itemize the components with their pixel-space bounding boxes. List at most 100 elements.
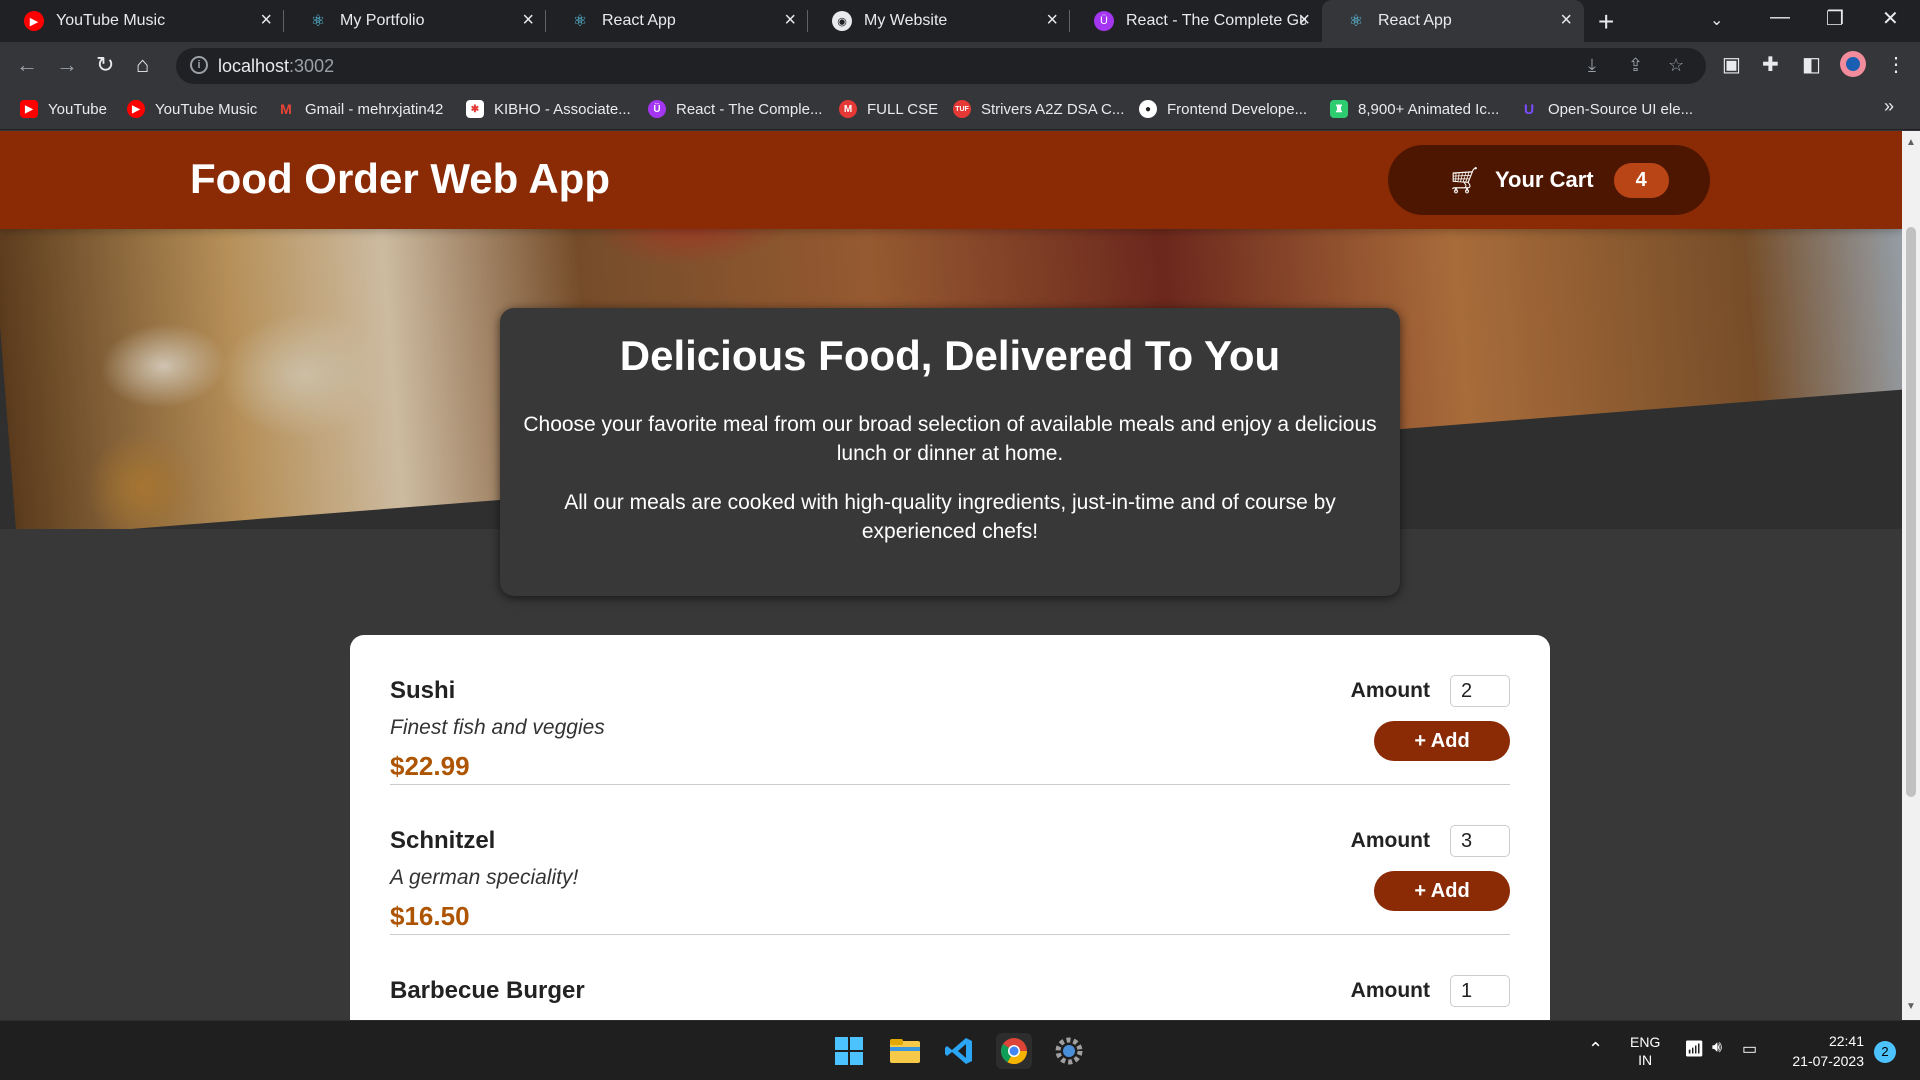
cart-label: Your Cart xyxy=(1495,167,1594,192)
extensions-icon[interactable]: ✚ xyxy=(1762,52,1779,77)
bookmark-animated-icons[interactable]: ♜ 8,900+ Animated Ic... xyxy=(1330,100,1499,118)
wifi-icon[interactable]: 📶︎ xyxy=(1684,1039,1704,1059)
gmail-icon: M xyxy=(280,101,292,117)
home-icon[interactable]: ⌂ xyxy=(136,52,149,78)
close-icon[interactable]: × xyxy=(784,10,796,30)
meal-price: $16.50 xyxy=(390,901,470,931)
amount-input[interactable] xyxy=(1450,975,1510,1007)
udemy-icon: Ü xyxy=(1094,11,1114,31)
chrome-icon[interactable] xyxy=(996,1033,1032,1069)
youtube-icon: ▶ xyxy=(20,100,38,118)
meal-description: Finest fish and veggies xyxy=(390,716,605,739)
udemy-icon: Ü xyxy=(648,100,666,118)
bookmark-star-icon[interactable]: ☆ xyxy=(1668,55,1684,76)
bookmark-youtube-music[interactable]: ▶ YouTube Music xyxy=(127,100,257,118)
tab-my-website[interactable]: ◉ My Website × xyxy=(808,0,1070,42)
bookmark-youtube[interactable]: ▶ YouTube xyxy=(20,100,107,118)
bookmark-open-source-ui[interactable]: U Open-Source UI ele... xyxy=(1520,100,1693,118)
meal-name: Schnitzel xyxy=(390,827,496,854)
bookmark-kibho[interactable]: ✱ KIBHO - Associate... xyxy=(466,100,631,118)
share-icon[interactable]: ⇪ xyxy=(1628,55,1643,76)
globe-icon: ◉ xyxy=(832,11,852,31)
meal-description: A german speciality! xyxy=(390,866,579,889)
tuf-icon: TUF xyxy=(953,100,971,118)
vscode-icon[interactable] xyxy=(941,1033,977,1069)
clock[interactable]: 22:41 21-07-2023 xyxy=(1780,1031,1864,1071)
page-viewport: Food Order Web App 🛒︎ Your Cart 4 Delici… xyxy=(0,131,1902,1020)
language-indicator[interactable]: ENG IN xyxy=(1630,1033,1660,1069)
app-title: Food Order Web App xyxy=(190,155,610,202)
file-explorer-icon[interactable] xyxy=(887,1033,923,1069)
tab-react-app-active[interactable]: ⚛ React App × xyxy=(1322,0,1584,42)
bookmark-frontend[interactable]: ● Frontend Develope... xyxy=(1139,100,1307,118)
add-button[interactable]: + Add xyxy=(1374,871,1510,911)
amount-label: Amount xyxy=(1350,679,1430,702)
bookmark-react-complete[interactable]: Ü React - The Comple... xyxy=(648,100,822,118)
browser-toolbar: ← → ↻ ⌂ i localhost:3002 ⤓ ⇪ ☆ xyxy=(0,42,1920,90)
meals-summary: Delicious Food, Delivered To You Choose … xyxy=(500,308,1400,596)
restore-icon[interactable]: ❐ xyxy=(1826,6,1844,31)
forward-icon[interactable]: → xyxy=(56,52,78,78)
youtube-music-icon: ▶ xyxy=(127,100,145,118)
settings-icon[interactable] xyxy=(1051,1033,1087,1069)
windows-taskbar: ⌃ ENG IN 📶︎ 🔊︎ ▭ 22:41 21-07-2023 2 xyxy=(0,1020,1920,1080)
battery-icon[interactable]: ▭ xyxy=(1742,1039,1757,1059)
browser-tab-bar: ▶ YouTube Music × ⚛ My Portfolio × ⚛ Rea… xyxy=(0,0,1920,42)
tab-my-portfolio[interactable]: ⚛ My Portfolio × xyxy=(284,0,546,42)
address-bar[interactable]: i localhost:3002 ⤓ ⇪ ☆ xyxy=(176,48,1706,84)
bookmarks-bar: ▶ YouTube ▶ YouTube Music M Gmail - mehrxja… xyxy=(0,90,1920,130)
react-icon: ⚛ xyxy=(572,13,588,30)
close-icon[interactable]: × xyxy=(260,10,272,30)
cart-count-badge: 4 xyxy=(1613,162,1669,198)
bookmark-gmail[interactable]: M Gmail - mehrxjatin42 xyxy=(277,100,443,118)
react-icon: ⚛ xyxy=(1348,13,1364,30)
tab-react-complete-guide[interactable]: Ü React - The Complete Guid × xyxy=(1070,0,1322,42)
summary-heading: Delicious Food, Delivered To You xyxy=(619,332,1281,379)
back-icon[interactable]: ← xyxy=(16,52,38,78)
youtube-music-icon: ▶ xyxy=(24,11,44,31)
windows-start-icon[interactable] xyxy=(831,1033,867,1069)
bookmark-strivers[interactable]: TUF Strivers A2Z DSA C... xyxy=(953,100,1124,118)
scroll-down-icon[interactable]: ▼ xyxy=(1906,1001,1916,1012)
side-panel-icon[interactable]: ◧ xyxy=(1802,52,1821,77)
tab-react-app[interactable]: ⚛ React App × xyxy=(546,0,808,42)
install-app-icon[interactable]: ⤓ xyxy=(1588,55,1596,76)
react-icon: ⚛ xyxy=(310,13,326,30)
close-icon[interactable]: × xyxy=(1560,10,1572,30)
meal-item: Barbecue Burger Amount + Add xyxy=(390,935,1510,1020)
cart-button[interactable]: 🛒︎ Your Cart 4 xyxy=(1388,145,1710,215)
meal-item: Schnitzel A german speciality! $16.50 Am… xyxy=(390,785,1510,935)
media-icon[interactable]: ▣ xyxy=(1722,52,1741,77)
uiverse-icon: U xyxy=(1523,101,1535,117)
amount-label: Amount xyxy=(1350,829,1430,852)
amount-input[interactable] xyxy=(1450,825,1510,857)
close-icon[interactable]: × xyxy=(522,10,534,30)
tab-youtube-music[interactable]: ▶ YouTube Music × xyxy=(0,0,284,42)
bookmark-full-cse[interactable]: M FULL CSE xyxy=(839,100,938,118)
scrollbar-thumb[interactable] xyxy=(1906,227,1916,797)
meal-name: Sushi xyxy=(390,677,456,704)
meals-list: Sushi Finest fish and veggies $22.99 Amo… xyxy=(350,635,1550,1020)
tab-search-chevron-icon[interactable]: ⌄ xyxy=(1710,10,1723,30)
site-info-icon[interactable]: i xyxy=(190,56,208,74)
profile-avatar[interactable] xyxy=(1840,51,1866,77)
tray-chevron-icon[interactable]: ⌃ xyxy=(1588,1039,1603,1060)
page-scrollbar[interactable]: ▲ ▼ xyxy=(1902,131,1920,1020)
close-window-icon[interactable]: ✕ xyxy=(1882,6,1899,31)
more-bookmarks-icon[interactable]: » xyxy=(1884,96,1894,117)
amount-label: Amount xyxy=(1350,979,1430,1002)
close-icon[interactable]: × xyxy=(1046,10,1058,30)
summary-paragraph-1: Choose your favorite meal from our broad… xyxy=(523,413,1377,465)
add-button[interactable]: + Add xyxy=(1374,721,1510,761)
url-text[interactable]: localhost:3002 xyxy=(218,56,334,77)
amount-input[interactable] xyxy=(1450,675,1510,707)
menu-icon[interactable]: ⋮ xyxy=(1886,52,1906,77)
scroll-up-icon[interactable]: ▲ xyxy=(1906,137,1916,148)
new-tab-icon[interactable]: + xyxy=(1598,6,1614,38)
reload-icon[interactable]: ↻ xyxy=(96,52,114,78)
close-icon[interactable]: × xyxy=(1298,10,1310,30)
minimize-icon[interactable]: — xyxy=(1770,6,1790,29)
volume-icon[interactable]: 🔊︎ xyxy=(1712,1039,1722,1057)
notification-badge[interactable]: 2 xyxy=(1874,1041,1896,1063)
kibho-icon: ✱ xyxy=(466,100,484,118)
